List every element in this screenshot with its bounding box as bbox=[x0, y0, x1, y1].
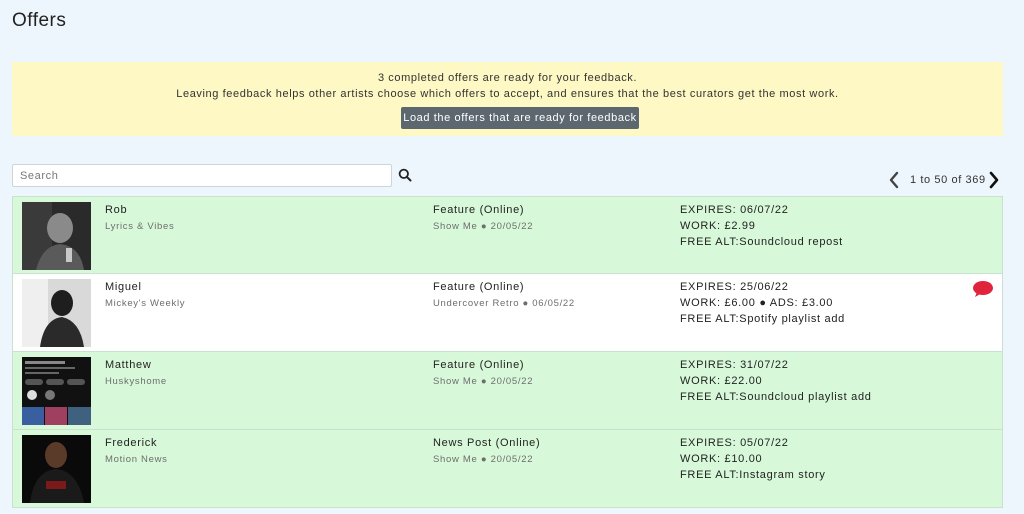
offer-expires: EXPIRES: 05/07/22 bbox=[680, 437, 789, 449]
artist-name: Rob bbox=[105, 204, 128, 216]
chevron-right-icon[interactable] bbox=[987, 170, 1001, 190]
offer-track-date: Show Me ● 20/05/22 bbox=[433, 221, 534, 232]
curator-name: Lyrics & Vibes bbox=[105, 221, 175, 232]
offer-work-price: WORK: £6.00 ● ADS: £3.00 bbox=[680, 297, 834, 309]
offer-free-alt: FREE ALT:Soundcloud playlist add bbox=[680, 391, 872, 403]
chevron-left-icon[interactable] bbox=[887, 170, 901, 190]
offer-free-alt: FREE ALT:Instagram story bbox=[680, 469, 826, 481]
artist-photo bbox=[22, 435, 91, 503]
offers-list: Rob Lyrics & Vibes Feature (Online) Show… bbox=[12, 196, 1003, 508]
artist-photo bbox=[22, 357, 91, 425]
pagination-range: 1 to 50 of 369 bbox=[910, 174, 986, 186]
load-feedback-offers-button[interactable]: Load the offers that are ready for feedb… bbox=[401, 107, 639, 129]
offer-type: Feature (Online) bbox=[433, 204, 525, 216]
curator-name: Mickey's Weekly bbox=[105, 298, 186, 309]
offer-free-alt: FREE ALT:Spotify playlist add bbox=[680, 313, 845, 325]
offer-type: Feature (Online) bbox=[433, 281, 525, 293]
artist-photo bbox=[22, 279, 91, 347]
offer-expires: EXPIRES: 25/06/22 bbox=[680, 281, 789, 293]
curator-name: Motion News bbox=[105, 454, 168, 465]
offer-row[interactable]: Miguel Mickey's Weekly Feature (Online) … bbox=[12, 274, 1003, 352]
offer-free-alt: FREE ALT:Soundcloud repost bbox=[680, 236, 843, 248]
feedback-banner: 3 completed offers are ready for your fe… bbox=[12, 62, 1003, 136]
offer-track-date: Show Me ● 20/05/22 bbox=[433, 376, 534, 387]
banner-message: 3 completed offers are ready for your fe… bbox=[377, 72, 638, 84]
offer-expires: EXPIRES: 06/07/22 bbox=[680, 204, 789, 216]
offer-work-price: WORK: £2.99 bbox=[680, 220, 756, 232]
artist-name: Matthew bbox=[105, 359, 152, 371]
message-icon[interactable] bbox=[972, 280, 994, 298]
offer-work-price: WORK: £10.00 bbox=[680, 453, 763, 465]
offer-type: News Post (Online) bbox=[433, 437, 541, 449]
offer-track-date: Undercover Retro ● 06/05/22 bbox=[433, 298, 575, 309]
banner-explanation: Leaving feedback helps other artists cho… bbox=[176, 88, 839, 100]
offer-work-price: WORK: £22.00 bbox=[680, 375, 763, 387]
offer-track-date: Show Me ● 20/05/22 bbox=[433, 454, 534, 465]
curator-name: Huskyshome bbox=[105, 376, 167, 387]
artist-photo bbox=[22, 202, 91, 270]
offer-row[interactable]: Frederick Motion News News Post (Online)… bbox=[12, 430, 1003, 508]
offer-row[interactable]: Rob Lyrics & Vibes Feature (Online) Show… bbox=[12, 196, 1003, 274]
artist-name: Miguel bbox=[105, 281, 142, 293]
page-title: Offers bbox=[12, 10, 67, 31]
offer-type: Feature (Online) bbox=[433, 359, 525, 371]
artist-name: Frederick bbox=[105, 437, 158, 449]
pagination: 1 to 50 of 369 bbox=[887, 170, 1007, 190]
offer-row[interactable]: Matthew Huskyshome Feature (Online) Show… bbox=[12, 352, 1003, 430]
search-input[interactable] bbox=[12, 164, 392, 187]
search-icon[interactable] bbox=[398, 168, 412, 182]
offer-expires: EXPIRES: 31/07/22 bbox=[680, 359, 789, 371]
